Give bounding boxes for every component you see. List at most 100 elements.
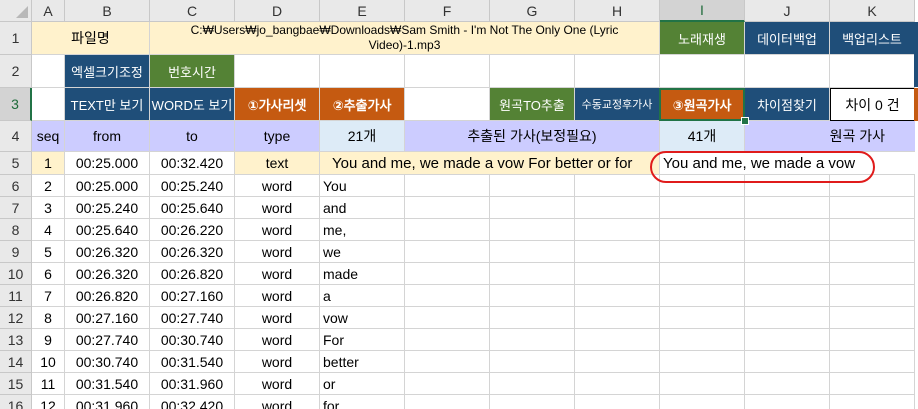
empty-cell[interactable] (490, 307, 575, 329)
empty-cell[interactable] (745, 307, 830, 329)
empty-cell[interactable] (745, 285, 830, 307)
word-cell[interactable]: made (320, 263, 405, 285)
row-header-4[interactable]: 4 (0, 121, 32, 152)
seq-cell[interactable]: 5 (32, 241, 65, 263)
row-header-13[interactable]: 13 (0, 329, 32, 351)
empty-cell[interactable] (405, 307, 490, 329)
empty-cell[interactable] (405, 373, 490, 395)
empty-cell[interactable] (745, 197, 830, 219)
row-header-10[interactable]: 10 (0, 263, 32, 285)
to-cell[interactable]: 00:25.240 (150, 175, 235, 197)
to-cell[interactable]: 00:32.420 (150, 395, 235, 409)
empty-cell[interactable] (745, 395, 830, 409)
empty-cell[interactable] (490, 197, 575, 219)
empty-cell[interactable] (660, 329, 745, 351)
type-cell[interactable]: text (235, 152, 320, 175)
empty-cell[interactable] (490, 285, 575, 307)
row-header-3[interactable]: 3 (0, 88, 32, 121)
from-cell[interactable]: 00:25.640 (65, 219, 150, 241)
empty-cell[interactable] (405, 175, 490, 197)
column-header-k[interactable]: K (830, 0, 915, 22)
seq-cell[interactable]: 8 (32, 307, 65, 329)
empty-cell[interactable] (575, 175, 660, 197)
lyrics-reset-button[interactable]: ①가사리셋 (235, 88, 320, 121)
cell-r2-k[interactable] (830, 55, 915, 88)
empty-cell[interactable] (830, 307, 915, 329)
empty-cell[interactable] (405, 219, 490, 241)
type-cell[interactable]: word (235, 307, 320, 329)
to-cell[interactable]: 00:30.740 (150, 329, 235, 351)
empty-cell[interactable] (660, 285, 745, 307)
type-cell[interactable]: word (235, 197, 320, 219)
row-header-11[interactable]: 11 (0, 285, 32, 307)
extract-lyrics-button[interactable]: ②추출가사 (320, 88, 405, 121)
word-cell[interactable]: me, (320, 219, 405, 241)
row-header-7[interactable]: 7 (0, 197, 32, 219)
empty-cell[interactable] (490, 395, 575, 409)
word-cell[interactable]: we (320, 241, 405, 263)
to-cell[interactable]: 00:25.640 (150, 197, 235, 219)
row-header-8[interactable]: 8 (0, 219, 32, 241)
empty-cell[interactable] (745, 241, 830, 263)
empty-cell[interactable] (660, 373, 745, 395)
seq-cell[interactable]: 9 (32, 329, 65, 351)
text-only-view-button[interactable]: TEXT만 보기 (65, 88, 150, 121)
word-cell[interactable]: vow (320, 307, 405, 329)
empty-cell[interactable] (745, 175, 830, 197)
type-cell[interactable]: word (235, 285, 320, 307)
data-backup-button[interactable]: 데이터백업 (745, 22, 830, 55)
type-cell[interactable]: word (235, 351, 320, 373)
column-header-g[interactable]: G (490, 0, 575, 22)
from-cell[interactable]: 00:26.320 (65, 263, 150, 285)
cell-r2-j[interactable] (745, 55, 830, 88)
empty-cell[interactable] (575, 219, 660, 241)
empty-cell[interactable] (830, 351, 915, 373)
to-cell[interactable]: 00:31.960 (150, 373, 235, 395)
row-header-2[interactable]: 2 (0, 55, 32, 88)
cell-r2-d[interactable] (235, 55, 320, 88)
extracted-lyrics-line[interactable]: You and me, we made a vow For better or … (320, 152, 660, 175)
type-cell[interactable]: word (235, 175, 320, 197)
empty-cell[interactable] (745, 373, 830, 395)
type-cell[interactable]: word (235, 241, 320, 263)
word-cell[interactable]: a (320, 285, 405, 307)
empty-cell[interactable] (490, 241, 575, 263)
empty-cell[interactable] (405, 263, 490, 285)
empty-cell[interactable] (575, 241, 660, 263)
empty-cell[interactable] (490, 263, 575, 285)
type-cell[interactable]: word (235, 373, 320, 395)
empty-cell[interactable] (405, 329, 490, 351)
empty-cell[interactable] (830, 241, 915, 263)
empty-cell[interactable] (575, 395, 660, 409)
seq-cell[interactable]: 12 (32, 395, 65, 409)
backup-list-button[interactable]: 백업리스트 (830, 22, 915, 55)
word-also-view-button[interactable]: WORD도 보기 (150, 88, 235, 121)
empty-cell[interactable] (405, 197, 490, 219)
empty-cell[interactable] (575, 197, 660, 219)
original-lyrics-line[interactable]: You and me, we made a vow (660, 152, 915, 175)
cell-r2-f[interactable] (405, 55, 490, 88)
empty-cell[interactable] (830, 395, 915, 409)
column-header-f[interactable]: F (405, 0, 490, 22)
empty-cell[interactable] (575, 307, 660, 329)
empty-cell[interactable] (830, 219, 915, 241)
empty-cell[interactable] (490, 373, 575, 395)
from-cell[interactable]: 00:31.960 (65, 395, 150, 409)
column-header-h[interactable]: H (575, 0, 660, 22)
empty-cell[interactable] (575, 263, 660, 285)
column-header-i[interactable]: I (660, 0, 745, 22)
from-cell[interactable]: 00:25.240 (65, 197, 150, 219)
word-cell[interactable]: and (320, 197, 405, 219)
to-cell[interactable]: 00:31.540 (150, 351, 235, 373)
cell-r2-i[interactable] (660, 55, 745, 88)
row-header-9[interactable]: 9 (0, 241, 32, 263)
seq-cell[interactable]: 6 (32, 263, 65, 285)
from-cell[interactable]: 00:27.160 (65, 307, 150, 329)
empty-cell[interactable] (575, 351, 660, 373)
empty-cell[interactable] (830, 197, 915, 219)
from-cell[interactable]: 00:27.740 (65, 329, 150, 351)
type-cell[interactable]: word (235, 263, 320, 285)
cell-a2[interactable] (32, 55, 65, 88)
cell-r2-e[interactable] (320, 55, 405, 88)
number-time-button[interactable]: 번호시간 (150, 55, 235, 88)
